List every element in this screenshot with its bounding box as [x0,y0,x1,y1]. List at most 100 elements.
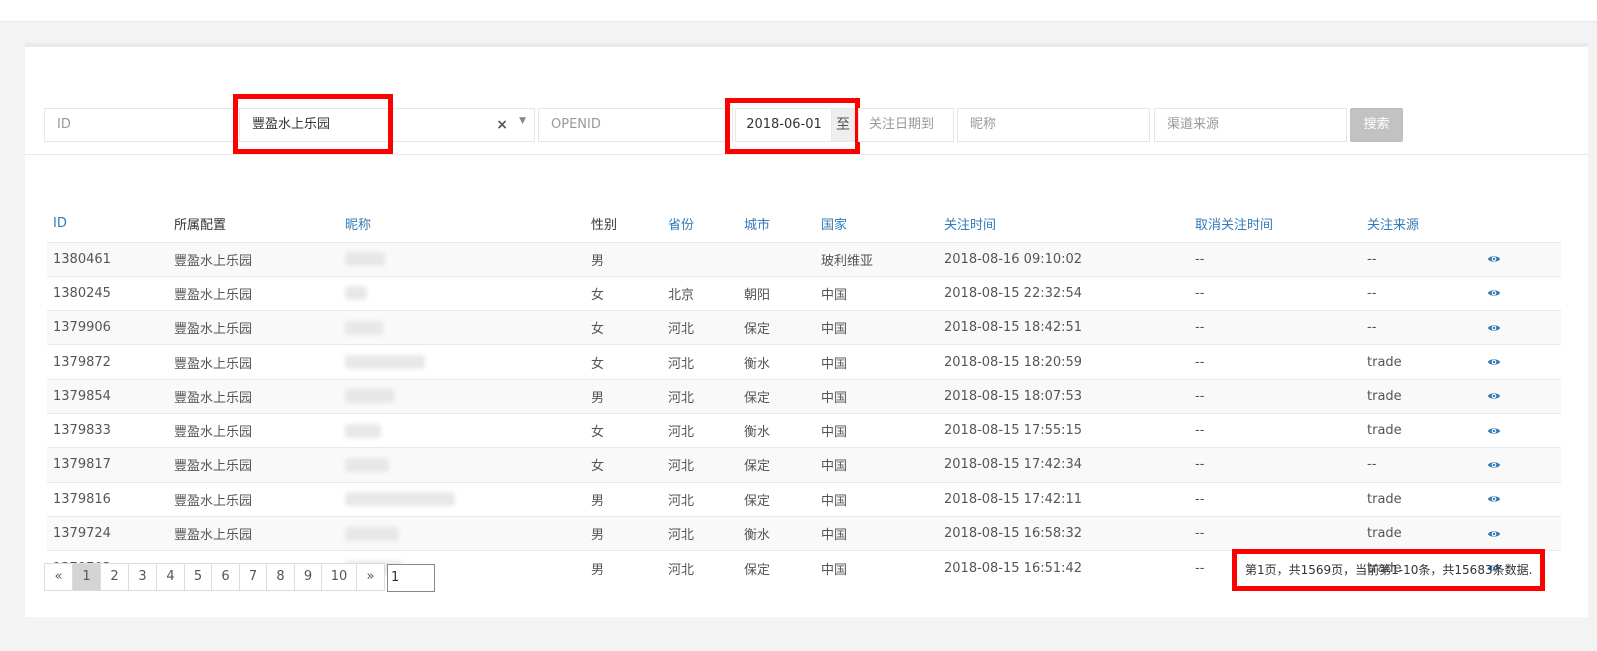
cell-actions [1481,310,1561,345]
col-nickname[interactable]: 昵称 [339,205,585,243]
col-city[interactable]: 城市 [738,205,815,243]
table-row: 1379816 豐盈水上乐园 男河北 保定 中国 2018-08-15 17:42:11-… [47,481,1561,517]
clear-icon[interactable]: × [496,109,508,141]
cell-actions [1481,344,1561,380]
cell-province: 河北 [662,378,738,414]
page-2[interactable]: 2 [101,564,129,590]
cell-source: trade [1361,515,1481,551]
cell-city: 保定 [738,481,815,517]
cell-follow-time: 2018-08-16 09:10:02 [938,241,1189,277]
page-9[interactable]: 9 [295,564,322,590]
cell-id: 1379833 [47,412,168,448]
col-unfollow-time[interactable]: 取消关注时间 [1189,205,1361,243]
cell-country: 中国 [815,550,938,585]
cell-gender: 男 [585,550,662,585]
cell-country: 中国 [815,344,938,380]
cell-gender: 男 [585,241,662,277]
cell-gender: 男 [585,515,662,551]
cell-nickname [339,378,585,414]
search-button[interactable]: 搜索 [1350,108,1403,142]
cell-source: -- [1361,447,1481,483]
cell-id: 1379906 [47,310,168,345]
page-6[interactable]: 6 [212,564,240,590]
page-10[interactable]: 10 [322,564,357,590]
col-source[interactable]: 关注来源 [1361,205,1481,243]
eye-icon[interactable] [1487,424,1501,438]
cell-country: 中国 [815,515,938,551]
cell-actions [1481,481,1561,517]
eye-icon[interactable] [1487,389,1501,403]
cell-actions [1481,241,1561,277]
cell-source: trade [1361,344,1481,380]
cell-id: 1379724 [47,515,168,551]
id-input[interactable]: ID [44,108,244,142]
cell-source: trade [1361,412,1481,448]
page-next[interactable]: » [357,564,384,590]
page-prev[interactable]: « [45,564,73,590]
user-table: ID 所属配置 昵称 性别 省份 城市 国家 关注时间 取消关注时间 关注来源 … [47,205,1561,585]
eye-icon[interactable] [1487,527,1501,541]
cell-province: 河北 [662,412,738,448]
col-id[interactable]: ID [47,205,168,243]
cell-follow-time: 2018-08-15 17:55:15 [938,412,1189,448]
page-7[interactable]: 7 [240,564,267,590]
cell-province: 北京 [662,275,738,311]
nickname-redacted [345,526,399,541]
eye-icon[interactable] [1487,321,1501,335]
cell-follow-time: 2018-08-15 18:20:59 [938,344,1189,380]
page-5[interactable]: 5 [185,564,212,590]
nickname-redacted [345,252,385,267]
cell-nickname [339,412,585,448]
cell-country: 中国 [815,412,938,448]
cell-city: 保定 [738,550,815,585]
eye-icon[interactable] [1487,458,1501,472]
cell-city: 保定 [738,378,815,414]
config-highlight-box [233,94,393,154]
cell-province: 河北 [662,447,738,483]
cell-gender: 男 [585,378,662,414]
cell-follow-time: 2018-08-15 16:58:32 [938,515,1189,551]
date-to-input[interactable]: 关注日期到 [858,108,954,142]
cell-id: 1379816 [47,481,168,517]
page-jump-input[interactable]: 1 [387,564,435,592]
page-8[interactable]: 8 [267,564,295,590]
col-follow-time[interactable]: 关注时间 [938,205,1189,243]
col-province[interactable]: 省份 [662,205,738,243]
cell-follow-time: 2018-08-15 18:07:53 [938,378,1189,414]
cell-province: 河北 [662,481,738,517]
cell-country: 中国 [815,275,938,311]
page-3[interactable]: 3 [129,564,157,590]
eye-icon[interactable] [1487,492,1501,506]
nickname-redacted [345,457,389,472]
cell-city: 保定 [738,447,815,483]
nickname-input[interactable]: 昵称 [957,108,1150,142]
cell-nickname [339,344,585,380]
nickname-redacted [345,492,455,507]
table-row: 1380245 豐盈水上乐园女北京 朝阳 中国 2018-08-15 22:32:54-… [47,275,1561,311]
eye-icon[interactable] [1487,252,1501,266]
cell-nickname [339,275,585,311]
cell-province: 河北 [662,344,738,380]
cell-source: -- [1361,275,1481,311]
cell-config: 豐盈水上乐园 [168,515,339,551]
cell-city [738,241,815,277]
cell-province [662,241,738,277]
openid-input[interactable]: OPENID [538,108,733,142]
page-4[interactable]: 4 [157,564,185,590]
cell-config: 豐盈水上乐园 [168,481,339,517]
eye-icon[interactable] [1487,286,1501,300]
cell-unfollow-time: -- [1189,447,1361,483]
channel-input[interactable]: 渠道来源 [1154,108,1347,142]
eye-icon[interactable] [1487,355,1501,369]
page-info-text: 第1页，共1569页，当前第1-10条，共15683条数据. [1232,549,1545,591]
caret-down-icon[interactable]: ▼ [519,105,526,137]
cell-province: 河北 [662,515,738,551]
col-country[interactable]: 国家 [815,205,938,243]
page-1[interactable]: 1 [73,564,101,590]
cell-follow-time: 2018-08-15 17:42:11 [938,481,1189,517]
cell-country: 中国 [815,447,938,483]
cell-actions [1481,515,1561,551]
cell-city: 衡水 [738,515,815,551]
cell-config: 豐盈水上乐园 [168,344,339,380]
cell-gender: 女 [585,412,662,448]
